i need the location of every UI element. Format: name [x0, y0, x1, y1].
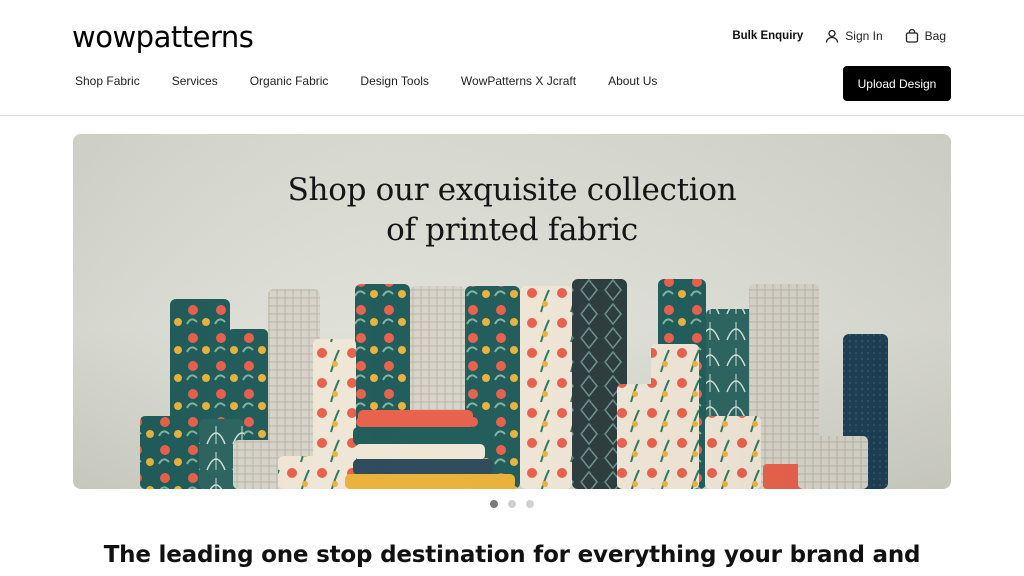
nav-design-tools[interactable]: Design Tools	[360, 74, 428, 88]
carousel-dots	[490, 500, 534, 508]
sign-in-link[interactable]: Sign In	[825, 29, 883, 43]
main-nav: Shop Fabric Services Organic Fabric Desi…	[75, 74, 657, 88]
nav-shop-fabric[interactable]: Shop Fabric	[75, 74, 140, 88]
upload-design-button[interactable]: Upload Design	[843, 66, 951, 101]
hero-title-line2: of printed fabric	[386, 212, 638, 248]
hero-title-line1: Shop our exquisite collection	[287, 172, 737, 208]
sign-in-label: Sign In	[845, 29, 883, 43]
utility-links: Bulk Enquiry Sign In Bag	[732, 29, 946, 43]
nav-organic-fabric[interactable]: Organic Fabric	[250, 74, 329, 88]
carousel-dot-1[interactable]	[490, 500, 498, 508]
hero-banner[interactable]: Shop our exquisite collection of printed…	[73, 134, 951, 489]
user-icon	[826, 29, 839, 43]
nav-about-us[interactable]: About Us	[608, 74, 657, 88]
bag-link[interactable]: Bag	[905, 29, 946, 43]
hero-title: Shop our exquisite collection of printed…	[73, 170, 951, 250]
nav-services[interactable]: Services	[172, 74, 218, 88]
bulk-enquiry-link[interactable]: Bulk Enquiry	[732, 30, 803, 42]
site-logo[interactable]: wowpatterns	[72, 20, 254, 54]
bag-label: Bag	[924, 29, 946, 43]
nav-wowpatterns-x-jcraft[interactable]: WowPatterns X Jcraft	[461, 74, 576, 88]
section-heading: The leading one stop destination for eve…	[103, 542, 921, 568]
top-header: wowpatterns Bulk Enquiry Sign In Bag Sho…	[0, 0, 1024, 116]
bag-icon	[905, 29, 918, 43]
carousel-dot-3[interactable]	[526, 500, 534, 508]
carousel-dot-2[interactable]	[508, 500, 516, 508]
